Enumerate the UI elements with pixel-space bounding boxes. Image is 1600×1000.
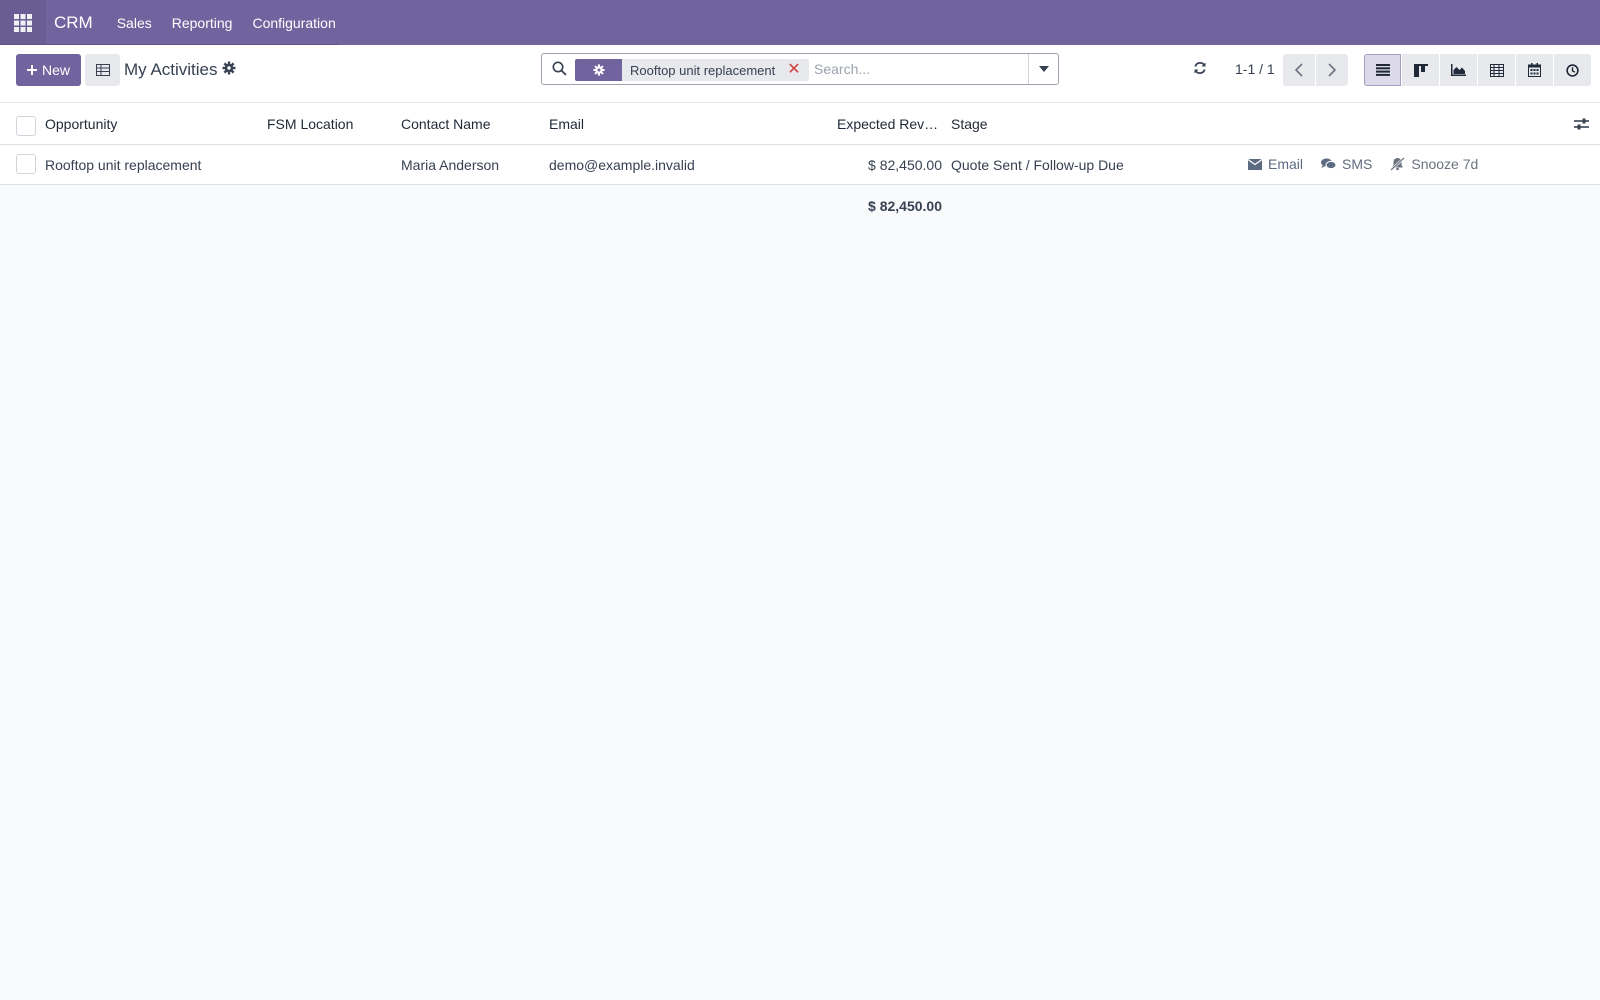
search-icon[interactable] bbox=[552, 61, 567, 79]
pager-previous-button[interactable] bbox=[1283, 54, 1315, 86]
revenue-total: $ 82,450.00 bbox=[868, 198, 942, 214]
column-expected-revenue[interactable]: Expected Rev… bbox=[837, 116, 938, 132]
comments-icon bbox=[1321, 158, 1337, 170]
view-graph-button[interactable] bbox=[1440, 54, 1477, 86]
facet-value: Rooftop unit replacement ✕ bbox=[622, 59, 809, 81]
caret-down-icon bbox=[1038, 66, 1049, 72]
reload-icon[interactable] bbox=[1193, 61, 1207, 78]
list-icon bbox=[1375, 64, 1390, 76]
facet-remove-icon[interactable]: ✕ bbox=[787, 62, 800, 78]
pager-value[interactable]: 1-1 / 1 bbox=[1235, 61, 1275, 77]
facet-gear-icon bbox=[575, 59, 622, 81]
cell-opportunity: Rooftop unit replacement bbox=[45, 157, 202, 173]
column-fsm-location[interactable]: FSM Location bbox=[267, 116, 353, 132]
bell-slash-icon bbox=[1390, 157, 1406, 171]
facet-value-text: Rooftop unit replacement bbox=[630, 62, 776, 78]
snooze-action-label: Snooze 7d bbox=[1411, 156, 1479, 172]
view-kanban-button[interactable] bbox=[1402, 54, 1439, 86]
app-brand[interactable]: CRM bbox=[50, 13, 97, 33]
new-button-label: New bbox=[41, 62, 70, 78]
pivot-icon bbox=[1489, 63, 1504, 77]
column-email[interactable]: Email bbox=[549, 116, 584, 132]
view-activity-button[interactable] bbox=[1554, 54, 1591, 86]
snooze-action-button[interactable]: Snooze 7d bbox=[1390, 156, 1478, 172]
sms-action-label: SMS bbox=[1342, 156, 1373, 172]
control-panel: New My Activities Rooftop unit replaceme… bbox=[0, 45, 1600, 103]
optional-columns-icon[interactable] bbox=[1574, 117, 1589, 134]
new-button[interactable]: New bbox=[16, 54, 81, 86]
column-opportunity[interactable]: Opportunity bbox=[45, 116, 117, 132]
row-actions: Email SMS Snooze 7d bbox=[1248, 156, 1478, 172]
page-title: My Activities bbox=[124, 60, 218, 79]
menu-configuration[interactable]: Configuration bbox=[242, 0, 345, 45]
view-calendar-button[interactable] bbox=[1516, 54, 1553, 86]
chevron-left-icon bbox=[1295, 63, 1303, 77]
email-action-button[interactable]: Email bbox=[1248, 156, 1303, 172]
search-bar: Rooftop unit replacement ✕ bbox=[541, 53, 1059, 85]
view-pivot-button[interactable] bbox=[1478, 54, 1515, 86]
gear-icon[interactable] bbox=[222, 61, 236, 78]
sms-action-button[interactable]: SMS bbox=[1321, 156, 1372, 172]
table-header: Opportunity FSM Location Contact Name Em… bbox=[0, 103, 1600, 145]
select-all-checkbox[interactable] bbox=[16, 116, 36, 136]
cell-stage: Quote Sent / Follow-up Due bbox=[951, 157, 1124, 173]
clock-icon bbox=[1566, 63, 1579, 77]
cell-contact-name: Maria Anderson bbox=[401, 157, 500, 173]
chevron-right-icon bbox=[1328, 63, 1336, 77]
column-contact-name[interactable]: Contact Name bbox=[401, 116, 490, 132]
view-list-button[interactable] bbox=[1364, 54, 1401, 86]
view-switcher bbox=[1364, 54, 1591, 86]
menu-sales[interactable]: Sales bbox=[107, 0, 162, 45]
cell-email: demo@example.invalid bbox=[549, 157, 695, 173]
switch-view-button[interactable] bbox=[85, 54, 120, 86]
search-options-toggle[interactable] bbox=[1028, 54, 1058, 84]
activities-table: Opportunity FSM Location Contact Name Em… bbox=[0, 103, 1600, 214]
menu-reporting[interactable]: Reporting bbox=[162, 0, 243, 45]
envelope-icon bbox=[1248, 158, 1262, 170]
plus-icon bbox=[26, 65, 37, 75]
top-navbar: CRM Sales Reporting Configuration bbox=[0, 0, 1600, 45]
apps-grid-icon bbox=[14, 13, 32, 32]
column-stage[interactable]: Stage bbox=[951, 116, 988, 132]
cell-expected-revenue: $ 82,450.00 bbox=[868, 157, 942, 173]
pager-next-button[interactable] bbox=[1316, 54, 1348, 86]
email-action-label: Email bbox=[1268, 156, 1304, 172]
kanban-icon bbox=[1413, 63, 1428, 77]
calendar-icon bbox=[1528, 63, 1541, 77]
search-input[interactable] bbox=[814, 58, 1022, 80]
search-facet: Rooftop unit replacement ✕ bbox=[575, 59, 809, 81]
table-icon bbox=[95, 64, 110, 76]
table-row[interactable]: Rooftop unit replacement Maria Anderson … bbox=[0, 145, 1600, 185]
row-checkbox[interactable] bbox=[16, 154, 36, 174]
apps-menu-button[interactable] bbox=[0, 0, 46, 45]
graph-icon bbox=[1451, 64, 1466, 76]
